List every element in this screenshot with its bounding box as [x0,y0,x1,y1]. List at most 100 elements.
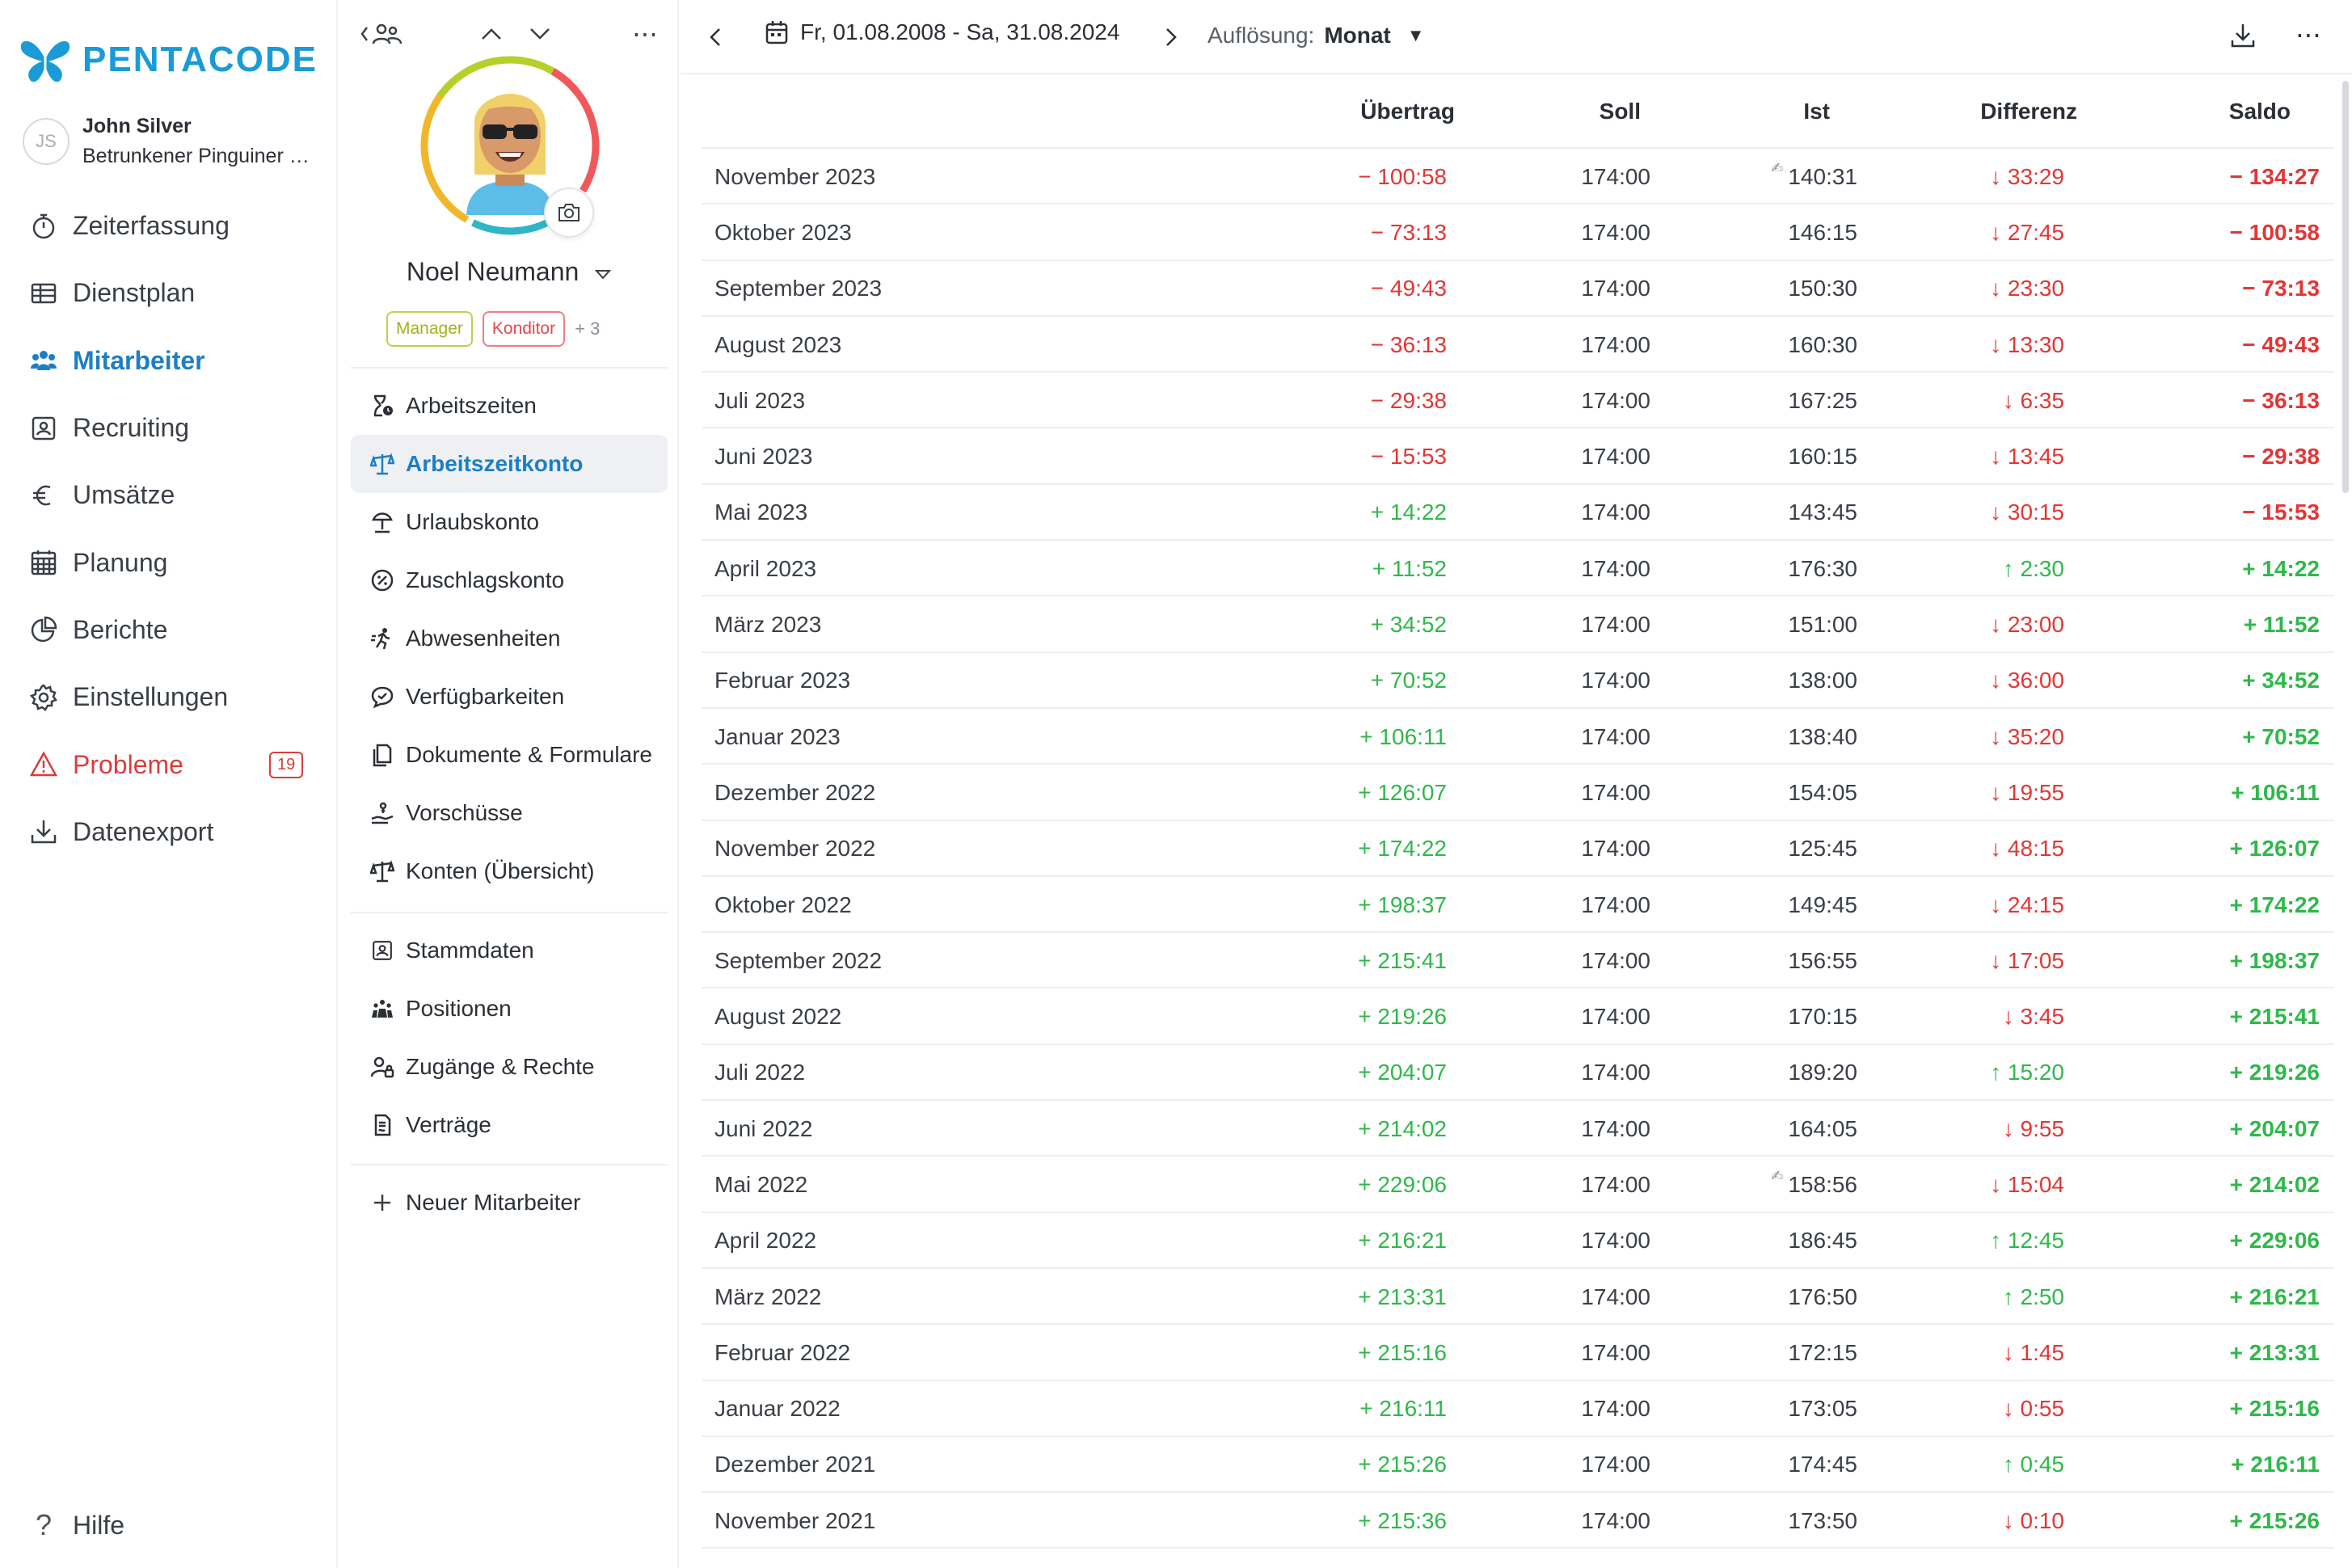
table-row[interactable]: Januar 2022 + 216:11 174:00 173:05 ↓ 0:55 + 2… [702,1381,2334,1437]
user-lock-icon [369,1053,396,1081]
nav-item-mitarbeiter[interactable]: Mitarbeiter [0,327,338,394]
nav-item-zeiterfassung[interactable]: Zeiterfassung [0,192,338,259]
cell-ist-value: 164:05 [1788,1115,1857,1141]
new-employee-label: Neuer Mitarbeiter [406,1190,581,1215]
column-header-ist[interactable]: Ist [1803,74,1830,149]
table-row[interactable]: Dezember 2022 + 126:07 174:00 154:05 ↓ 19:55… [702,765,2334,821]
nav-item-recruiting[interactable]: Recruiting [0,394,338,462]
table-row[interactable]: Januar 2023 + 106:11 174:00 138:40 ↓ 35:20 + … [702,709,2334,765]
menu-item-abwesenheiten[interactable]: Abwesenheiten [351,609,668,668]
cell-differenz: ↓ 9:55 [2002,1115,2064,1141]
column-header-uebertrag[interactable]: Übertrag [1360,74,1455,149]
menu-item-dokumente-formulare[interactable]: Dokumente & Formulare [351,726,668,784]
cell-month: August 2023 [714,331,842,357]
cell-differenz: ↑ 0:45 [2002,1452,2064,1477]
menu-item-vorschüsse[interactable]: Vorschüsse [351,784,668,842]
pentacode-logo[interactable]: PENTACODE [18,32,318,87]
menu-item-zugänge-rechte[interactable]: Zugänge & Rechte [351,1038,668,1096]
tag-manager[interactable]: Manager [386,311,473,347]
tag-konditor[interactable]: Konditor [482,311,566,347]
nav-item-probleme[interactable]: Probleme 19 [0,731,338,798]
more-tags[interactable]: + 3 [575,318,600,339]
cell-uebertrag: − 73:13 [1370,219,1447,245]
next-period-button[interactable] [1161,21,1180,53]
nav-item-label: Planung [73,547,168,577]
user-name: John Silver [82,115,192,137]
contract-icon [369,1111,396,1139]
table-row[interactable]: November 2022 + 174:22 174:00 125:45 ↓ 48:15… [702,821,2334,877]
new-employee-button[interactable]: Neuer Mitarbeiter [351,1174,668,1232]
table-row[interactable]: April 2023 + 11:52 174:00 176:30 ↑ 2:30 + 14:… [702,541,2334,597]
table-row[interactable]: Juli 2023 − 29:38 174:00 167:25 ↓ 6:35 − 36:1… [702,373,2334,429]
nav-item-umsätze[interactable]: Umsätze [0,462,338,529]
cell-uebertrag: + 70:52 [1370,668,1447,693]
table-row[interactable]: August 2023 − 36:13 174:00 160:30 ↓ 13:30 − 4… [702,317,2334,373]
menu-item-verfügbarkeiten[interactable]: Verfügbarkeiten [351,668,668,726]
column-header-soll[interactable]: Soll [1600,74,1641,149]
table-row[interactable]: Februar 2023 + 70:52 174:00 138:00 ↓ 36:00 + … [702,653,2334,709]
cell-ist: 149:45 [1788,877,1857,933]
menu-item-verträge[interactable]: Verträge [351,1096,668,1154]
table-row[interactable]: September 2022 + 215:41 174:00 156:55 ↓ 17:0… [702,933,2334,989]
scrollbar[interactable] [2342,81,2349,493]
nav-item-label: Recruiting [73,413,190,443]
employee-more-button[interactable]: ⋯ [627,18,663,50]
stopwatch-icon [27,210,60,242]
previous-employee-button[interactable] [475,18,508,50]
table-row[interactable]: Oktober 2022 + 198:37 174:00 149:45 ↓ 24:15 +… [702,877,2334,934]
table-row[interactable]: August 2022 + 219:26 174:00 170:15 ↓ 3:45 + 2… [702,988,2334,1045]
pie-chart-icon [27,613,60,646]
nav-item-einstellungen[interactable]: Einstellungen [0,664,338,731]
change-photo-button[interactable] [544,188,594,238]
balance-scale-icon [369,450,396,478]
cell-month: Juli 2022 [714,1060,806,1085]
table-row[interactable]: April 2022 + 216:21 174:00 186:45 ↑ 12:45 + 2… [702,1213,2334,1269]
cell-soll: 174:00 [1581,163,1650,189]
nav-item-datenexport[interactable]: Datenexport [0,799,338,866]
table-row[interactable]: März 2022 + 213:31 174:00 176:50 ↑ 2:50 + 216… [702,1269,2334,1326]
table-row[interactable]: Oktober 2023 − 73:13 174:00 146:15 ↓ 27:45 − … [702,204,2334,261]
hand-edit-icon: ✍ [1771,160,1784,177]
cell-uebertrag: + 214:02 [1358,1115,1447,1141]
cell-ist: 154:05 [1788,765,1857,820]
column-header-saldo[interactable]: Saldo [2229,74,2291,149]
cell-differenz: ↓ 6:35 [2002,387,2064,413]
menu-item-urlaubskonto[interactable]: Urlaubskonto [351,493,668,551]
menu-item-arbeitszeitkonto[interactable]: Arbeitszeitkonto [351,435,668,493]
menu-item-konten-übersicht[interactable]: Konten (Übersicht) [351,842,668,900]
column-header-differenz[interactable]: Differenz [1980,74,2077,149]
table-row[interactable]: November 2021 + 215:36 174:00 173:50 ↓ 0:10 +… [702,1493,2334,1549]
export-button[interactable] [2229,21,2257,50]
table-row[interactable]: November 2023 − 100:58 174:00 ✍ 140:31 ↓ 33:2… [702,149,2334,205]
next-employee-button[interactable] [524,18,556,50]
current-user[interactable]: JS John Silver Betrunkener Pinguiner Res… [23,115,317,168]
table-row[interactable]: Mai 2023 + 14:22 174:00 143:45 ↓ 30:15 − 15:5… [702,485,2334,542]
nav-item-dienstplan[interactable]: Dienstplan [0,259,338,327]
table-row[interactable]: Februar 2022 + 215:16 174:00 172:15 ↓ 1:45 + … [702,1325,2334,1381]
cell-ist: 150:30 [1788,261,1857,317]
date-range-picker[interactable]: Fr, 01.08.2008 - Sa, 31.08.2024 [765,19,1119,45]
menu-item-arbeitszeiten[interactable]: Arbeitszeiten [351,377,668,435]
menu-item-stammdaten[interactable]: Stammdaten [351,921,668,980]
nav-item-berichte[interactable]: Berichte [0,596,338,664]
cell-ist-value: 143:45 [1788,499,1857,525]
cell-ist: 189:20 [1788,1045,1857,1101]
previous-period-button[interactable] [706,21,726,53]
table-row[interactable]: Mai 2022 + 229:06 174:00 ✍ 158:56 ↓ 15:04 + 21… [702,1157,2334,1213]
table-row[interactable]: September 2023 − 49:43 174:00 150:30 ↓ 23:30… [702,261,2334,317]
main-more-button[interactable]: ⋯ [2295,19,2321,50]
nav-item-planung[interactable]: Planung [0,529,338,596]
table-row[interactable]: Juli 2022 + 204:07 174:00 189:20 ↑ 15:20 + 21… [702,1045,2334,1102]
table-row[interactable]: Juni 2022 + 214:02 174:00 164:05 ↓ 9:55 + 204… [702,1101,2334,1157]
back-to-employees-button[interactable] [357,18,406,50]
employee-name-selector[interactable]: Noel Neumann [339,257,679,287]
resolution-select[interactable]: Auflösung: Monat ▼ [1208,23,1425,48]
cell-ist: 170:15 [1788,988,1857,1044]
menu-item-positionen[interactable]: Positionen [351,980,668,1038]
menu-item-zuschlagskonto[interactable]: Zuschlagskonto [351,551,668,609]
cell-saldo: − 134:27 [2229,163,2320,189]
table-row[interactable]: März 2023 + 34:52 174:00 151:00 ↓ 23:00 + 11:… [702,596,2334,653]
help-link[interactable]: ? Hilfe [27,1508,124,1542]
table-row[interactable]: Juni 2023 − 15:53 174:00 160:15 ↓ 13:45 − 29:… [702,428,2334,485]
table-row[interactable]: Dezember 2021 + 215:26 174:00 174:45 ↑ 0:45 +… [702,1437,2334,1494]
